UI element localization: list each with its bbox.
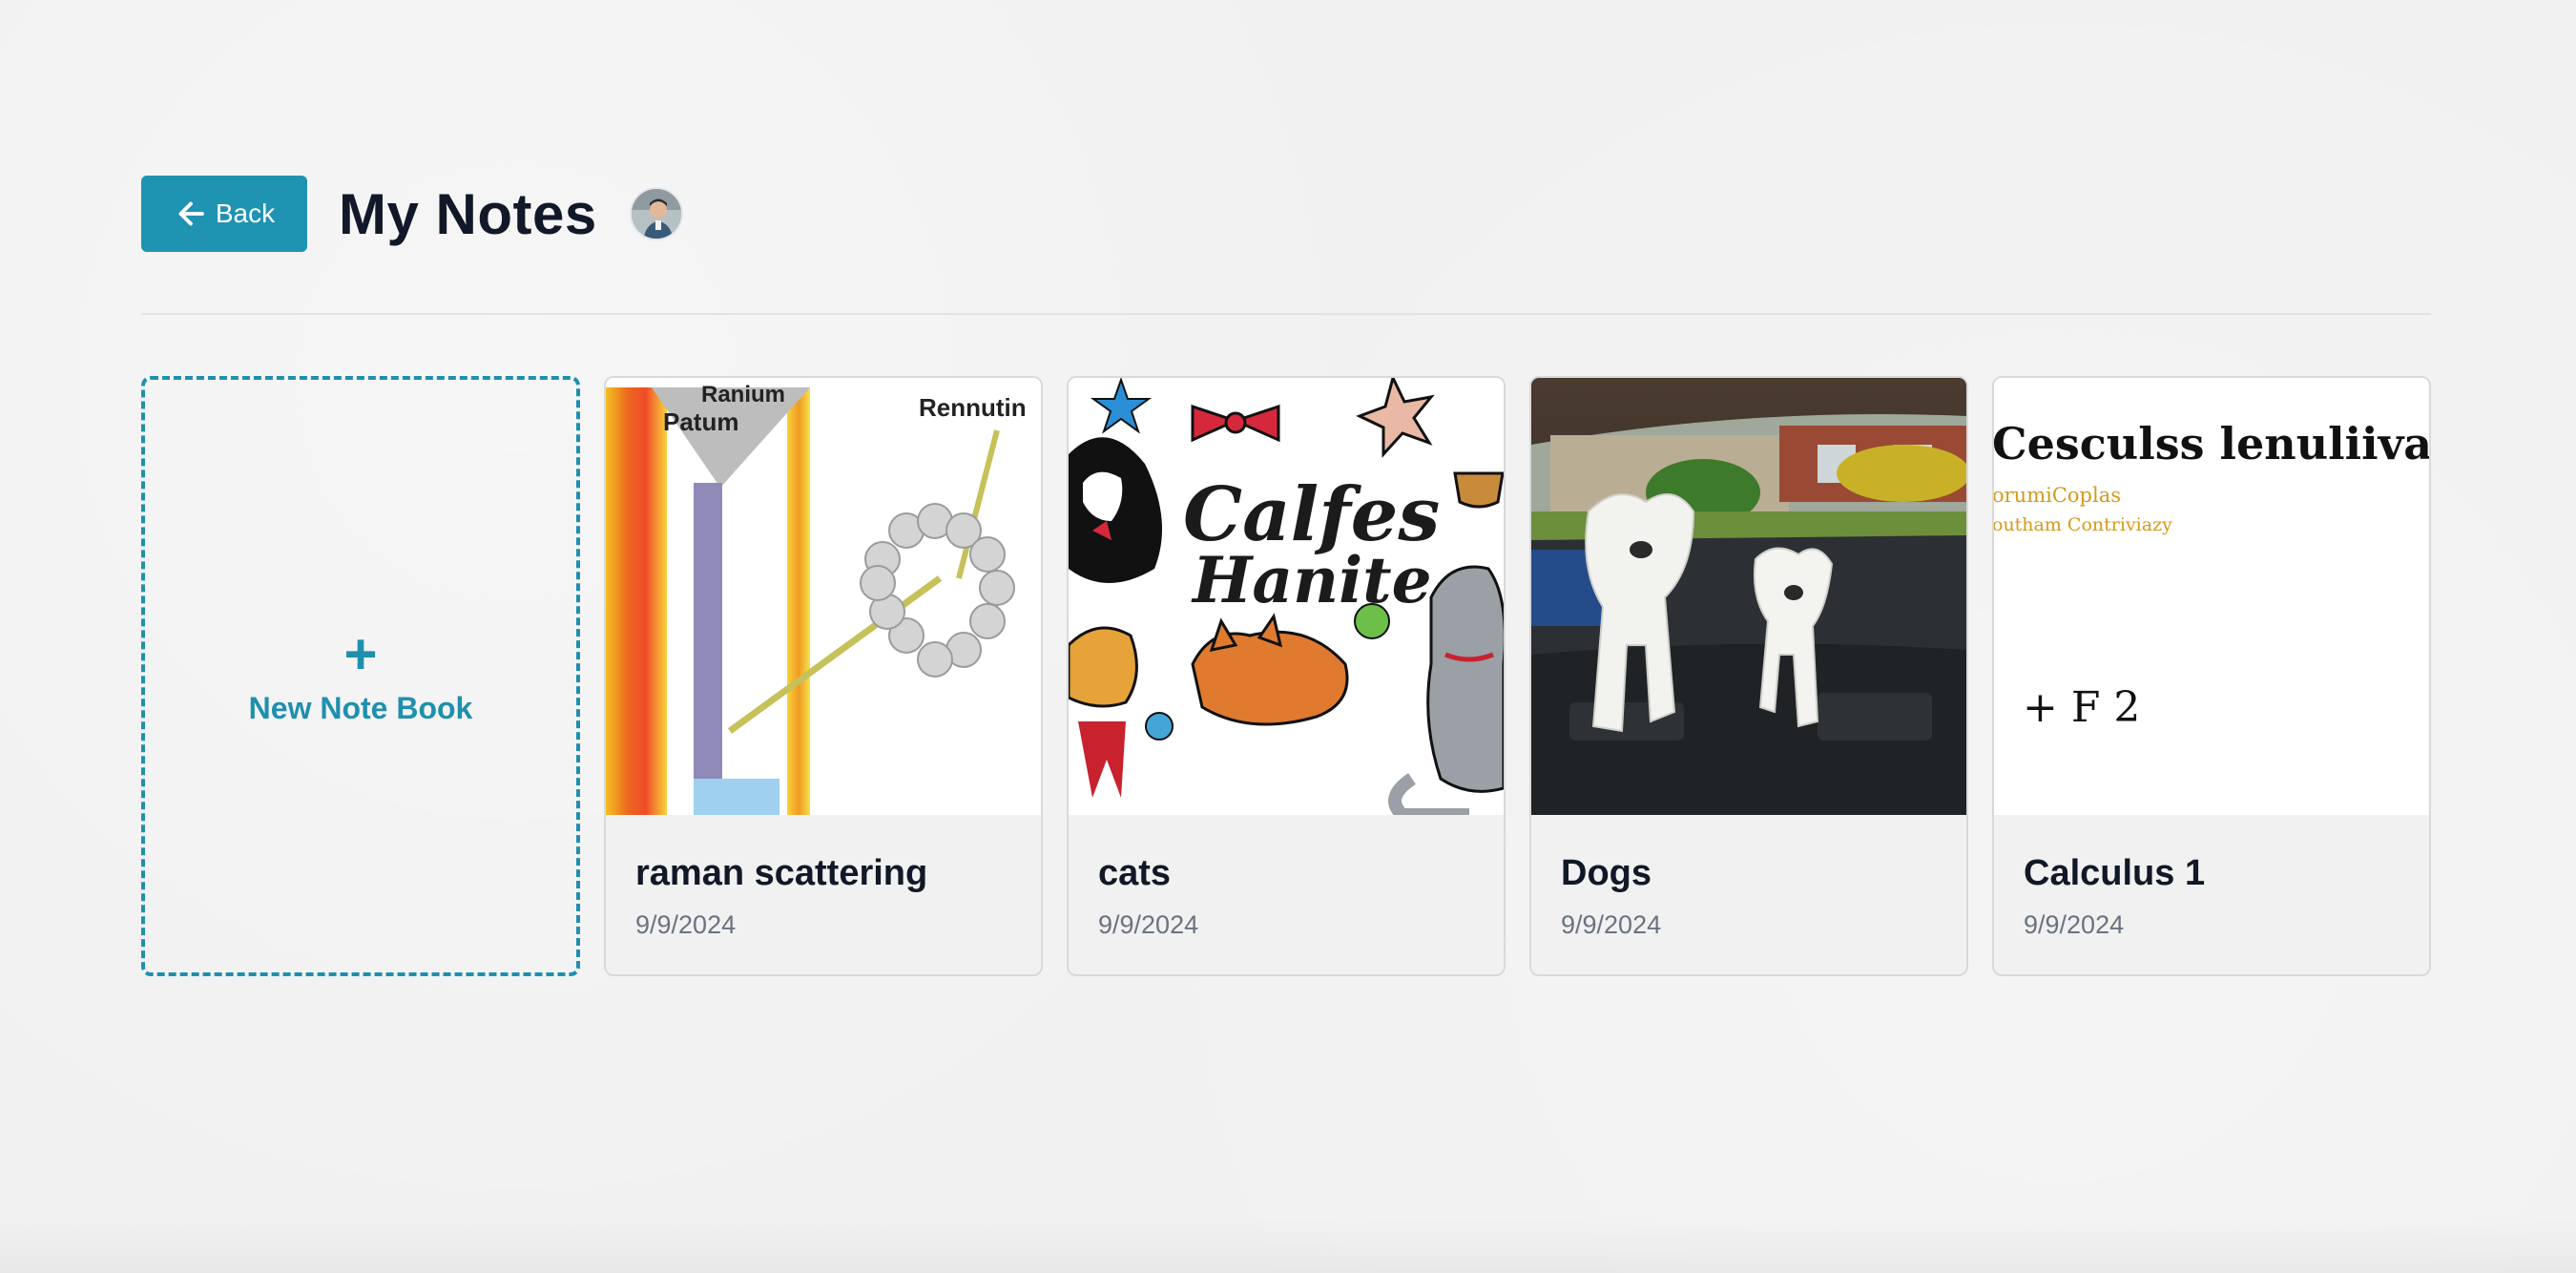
cats-illustration: Calfes Hanite <box>1069 378 1504 815</box>
thumb-text: Hanite <box>1191 543 1432 617</box>
notebook-title: Calculus 1 <box>2024 853 2206 893</box>
raman-illustration: Ranium Patum Rennutin <box>606 378 1041 815</box>
thumb-text: Ranium <box>701 382 785 407</box>
back-button[interactable]: Back <box>141 176 307 252</box>
notebook-title: Dogs <box>1561 853 1652 893</box>
notebook-grid: + New Note Book Ranium Patum Rennutin ra… <box>141 376 2431 976</box>
notebook-thumbnail: Cesculss lenuliivans orumiCoplas outham … <box>1994 378 2429 815</box>
new-notebook-button[interactable]: + New Note Book <box>141 376 580 976</box>
notebook-card-dogs[interactable]: Dogs 9/9/2024 <box>1529 376 1968 976</box>
notebook-thumbnail <box>1531 378 1966 815</box>
notebook-card-raman-scattering[interactable]: Ranium Patum Rennutin raman scattering 9… <box>604 376 1043 976</box>
plus-icon: + <box>343 622 378 686</box>
notebook-thumbnail: Ranium Patum Rennutin <box>606 378 1041 815</box>
dogs-photo <box>1531 378 1966 815</box>
thumb-text: Cesculss lenuliivans <box>1994 418 2429 470</box>
user-avatar-image <box>631 189 681 239</box>
notebook-date: 9/9/2024 <box>1098 910 1199 939</box>
calculus-illustration: Cesculss lenuliivans orumiCoplas outham … <box>1994 378 2429 815</box>
notebook-title: raman scattering <box>635 853 928 893</box>
new-notebook-label: New Note Book <box>248 691 473 725</box>
header-divider <box>141 313 2431 315</box>
thumb-text: + F 2 <box>2023 683 2140 732</box>
arrow-left-icon <box>178 201 204 226</box>
back-button-label: Back <box>215 198 276 228</box>
notebook-date: 9/9/2024 <box>635 910 737 939</box>
notebook-title: cats <box>1098 853 1172 893</box>
thumb-text: orumiCoplas <box>1994 484 2121 507</box>
notebook-thumbnail: Calfes Hanite <box>1069 378 1504 815</box>
notebook-date: 9/9/2024 <box>2024 910 2125 939</box>
bottom-shade <box>0 1216 2576 1273</box>
thumb-text: outham Contriviazy <box>1994 514 2172 535</box>
page-title: My Notes <box>339 181 597 246</box>
avatar[interactable] <box>629 187 683 240</box>
thumb-text: Rennutin <box>919 393 1027 422</box>
thumb-text: Patum <box>663 407 738 436</box>
page-header: Back My Notes <box>141 176 683 252</box>
notes-page: Back My Notes + New Note Book Ranium Pat… <box>0 0 2576 1273</box>
notebook-card-calculus-1[interactable]: Cesculss lenuliivans orumiCoplas outham … <box>1992 376 2431 976</box>
notebook-card-cats[interactable]: Calfes Hanite cats 9/9/2024 <box>1067 376 1506 976</box>
notebook-date: 9/9/2024 <box>1561 910 1662 939</box>
